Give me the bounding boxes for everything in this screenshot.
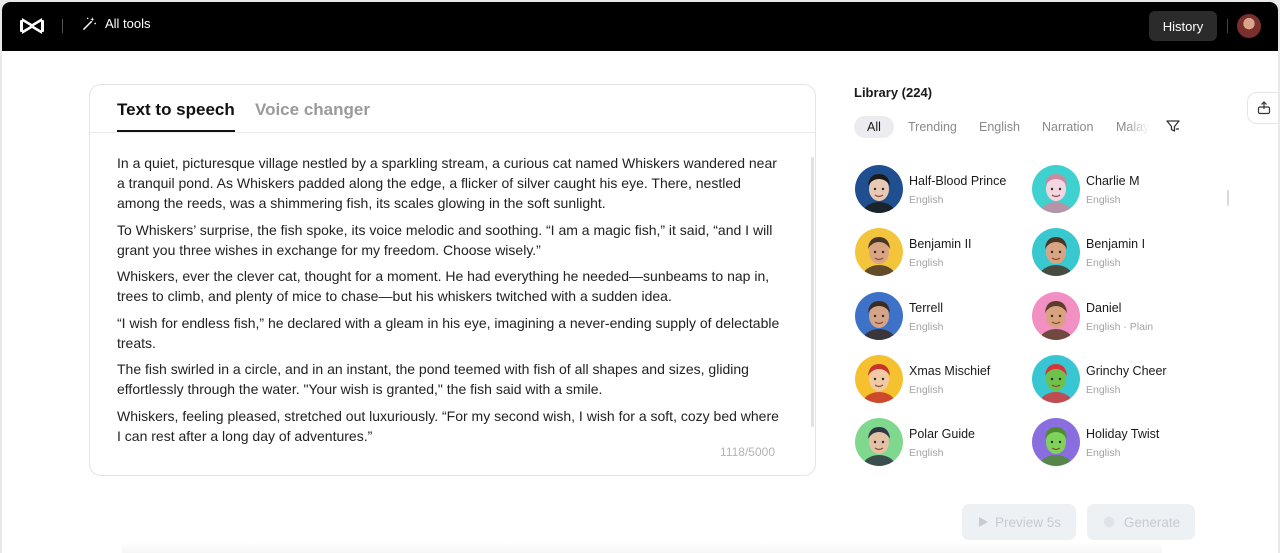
voice-item[interactable]: Polar Guide English xyxy=(855,418,1025,468)
voice-item[interactable]: Grinchy Cheer English xyxy=(1032,355,1202,405)
script-paragraph: Whiskers, feeling pleased, stretched out… xyxy=(117,407,779,444)
voice-item[interactable]: Xmas Mischief English xyxy=(855,355,1025,405)
capcut-logo-icon[interactable] xyxy=(20,15,44,37)
voice-name: Charlie M xyxy=(1086,174,1140,188)
active-tab-indicator xyxy=(117,130,235,132)
divider xyxy=(62,19,63,33)
voice-name: Daniel xyxy=(1086,301,1122,315)
voice-avatar xyxy=(855,228,903,276)
voice-language: English xyxy=(1086,447,1121,459)
voice-language: English xyxy=(909,447,944,459)
character-count: 1118/5000 xyxy=(720,445,775,459)
library-title: Library (224) xyxy=(854,85,933,100)
voice-language: English xyxy=(909,384,944,396)
play-icon xyxy=(978,517,988,527)
editor-scrollbar[interactable] xyxy=(811,157,814,427)
voice-name: Benjamin I xyxy=(1086,237,1146,251)
voice-item[interactable]: Daniel English · Plain xyxy=(1032,292,1202,342)
filter-chip-english[interactable]: English xyxy=(979,116,1020,138)
bottom-shadow xyxy=(122,542,1162,553)
voice-avatar xyxy=(1032,355,1080,403)
voice-item[interactable]: Benjamin I English xyxy=(1032,228,1202,278)
user-avatar[interactable] xyxy=(1237,14,1261,38)
voice-language: English xyxy=(1086,257,1121,269)
text-to-speech-panel: Text to speech Voice changer In a quiet,… xyxy=(89,84,816,476)
voice-language: English xyxy=(1086,194,1121,206)
voice-name: Terrell xyxy=(909,301,944,315)
voice-avatar xyxy=(1032,165,1080,213)
loading-icon xyxy=(1101,515,1116,529)
tab-voice-changer[interactable]: Voice changer xyxy=(255,100,370,120)
magic-wand-icon xyxy=(83,16,96,30)
voice-item[interactable]: Benjamin II English xyxy=(855,228,1025,278)
voice-avatar xyxy=(855,292,903,340)
all-tools-label: All tools xyxy=(105,16,151,31)
app-window: All tools History Text to speech Voice c… xyxy=(2,2,1278,553)
library-filter-bar: All Trending English Narration Malay xyxy=(854,114,1154,140)
script-text-editor[interactable]: In a quiet, picturesque village nestled … xyxy=(117,153,783,452)
voice-name: Polar Guide xyxy=(909,427,976,441)
voice-name: Xmas Mischief xyxy=(909,364,991,378)
voice-avatar xyxy=(1032,228,1080,276)
library-scrollbar[interactable] xyxy=(1227,190,1229,206)
voice-avatar xyxy=(855,355,903,403)
voice-avatar xyxy=(1032,292,1080,340)
script-paragraph: In a quiet, picturesque village nestled … xyxy=(117,155,777,211)
upload-voice-icon xyxy=(1257,101,1271,115)
top-bar: All tools History xyxy=(2,2,1278,51)
history-button[interactable]: History xyxy=(1149,11,1217,41)
voice-avatar xyxy=(855,418,903,466)
script-paragraph: The fish swirled in a circle, and in an … xyxy=(117,361,749,397)
script-paragraph: “I wish for endless fish,” he declared w… xyxy=(117,314,780,351)
voice-avatar xyxy=(855,165,903,213)
voice-name: Half-Blood Prince xyxy=(909,174,1007,188)
voice-language: English xyxy=(909,321,944,333)
filter-fade xyxy=(1126,114,1154,140)
mode-tabs: Text to speech Voice changer xyxy=(90,85,815,133)
voice-item[interactable]: Charlie M English xyxy=(1032,165,1202,215)
voice-avatar xyxy=(1032,418,1080,466)
filter-chip-narration[interactable]: Narration xyxy=(1042,116,1093,138)
voice-name: Benjamin II xyxy=(909,237,972,251)
script-paragraph: To Whiskers’ surprise, the fish spoke, i… xyxy=(117,221,773,258)
generate-label: Generate xyxy=(1123,514,1181,530)
divider xyxy=(1227,19,1228,33)
voice-language: English · Plain xyxy=(1086,321,1154,333)
filter-icon[interactable] xyxy=(1165,118,1181,134)
voice-item[interactable]: Half-Blood Prince English xyxy=(855,165,1025,215)
filter-chip-all[interactable]: All xyxy=(854,116,894,138)
voice-item[interactable]: Holiday Twist English xyxy=(1032,418,1202,468)
filter-chip-trending[interactable]: Trending xyxy=(908,116,957,138)
tab-text-to-speech[interactable]: Text to speech xyxy=(117,100,235,120)
voice-language: English xyxy=(909,257,944,269)
voice-language: English xyxy=(909,194,944,206)
side-panel-button[interactable] xyxy=(1247,92,1278,124)
voice-name: Holiday Twist xyxy=(1086,427,1160,441)
voice-language: English xyxy=(1086,384,1121,396)
voice-name: Grinchy Cheer xyxy=(1086,364,1167,378)
voice-item[interactable]: Terrell English xyxy=(855,292,1025,342)
all-tools-button[interactable]: All tools xyxy=(82,16,151,31)
generate-button[interactable]: Generate xyxy=(1087,504,1195,540)
preview-button[interactable]: Preview 5s xyxy=(962,504,1076,540)
script-paragraph: Whiskers, ever the clever cat, thought f… xyxy=(117,268,770,304)
preview-label: Preview 5s xyxy=(994,514,1062,530)
